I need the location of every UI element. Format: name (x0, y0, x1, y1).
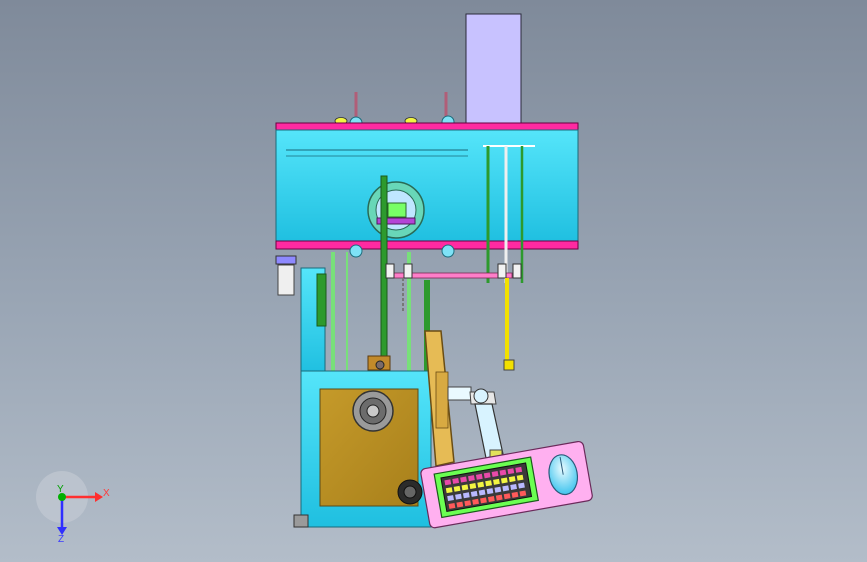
coordinate-triad: X Y Z (36, 471, 110, 545)
lower-nut-right[interactable] (441, 244, 455, 258)
circular-bearing-plate[interactable] (367, 181, 425, 239)
assembly-scene[interactable]: X Y Z (0, 0, 867, 562)
y-axis-label: Y (57, 484, 64, 495)
cad-viewport[interactable]: X Y Z (0, 0, 867, 562)
articulating-arm[interactable] (447, 386, 504, 461)
left-foot (293, 514, 309, 528)
handwheel-knob[interactable] (352, 390, 394, 432)
lower-nut-left[interactable] (349, 244, 363, 258)
bottom-magenta-rail[interactable] (275, 240, 579, 250)
x-axis-label: X (103, 488, 110, 499)
z-axis-label: Z (58, 534, 64, 545)
upper-tower-block[interactable] (465, 13, 522, 124)
clamp-assemblies[interactable] (385, 263, 522, 371)
